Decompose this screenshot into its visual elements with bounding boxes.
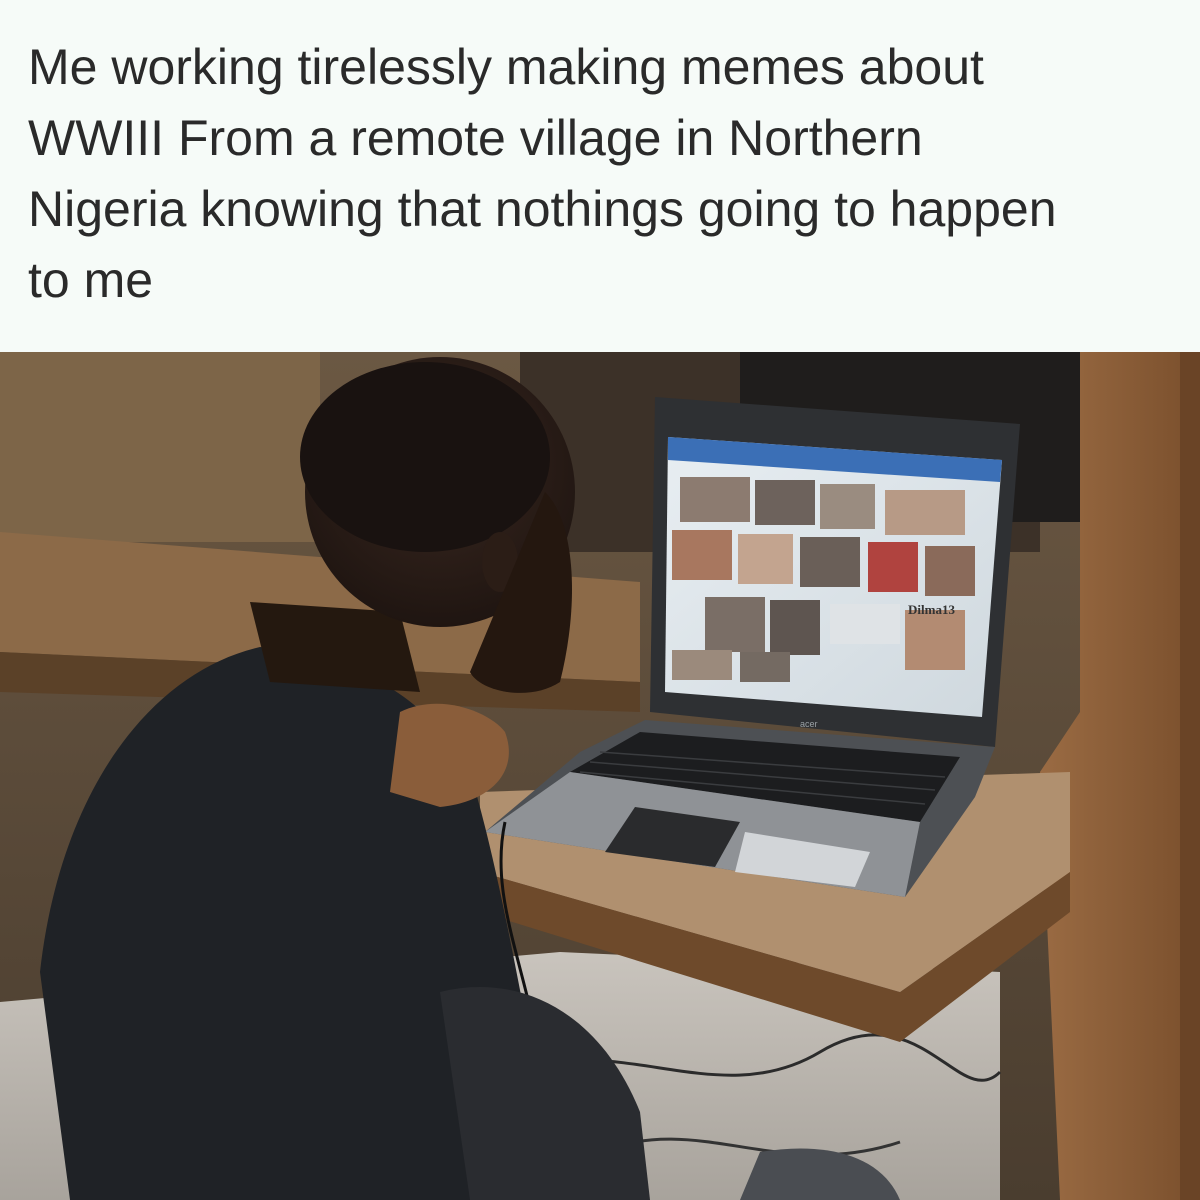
photo-illustration: Dilma13 acer	[0, 352, 1200, 1200]
cubicle-post-edge	[1180, 352, 1200, 1200]
laptop-brand-logo: acer	[800, 719, 818, 729]
cardboard-panel	[0, 352, 320, 542]
person-hair	[300, 362, 550, 552]
meme-post: Me working tirelessly making memes about…	[0, 0, 1200, 1200]
meme-photo: Dilma13 acer	[0, 352, 1200, 1200]
screen-tag-text: Dilma13	[908, 602, 955, 617]
meme-caption: Me working tirelessly making memes about…	[28, 39, 1057, 308]
